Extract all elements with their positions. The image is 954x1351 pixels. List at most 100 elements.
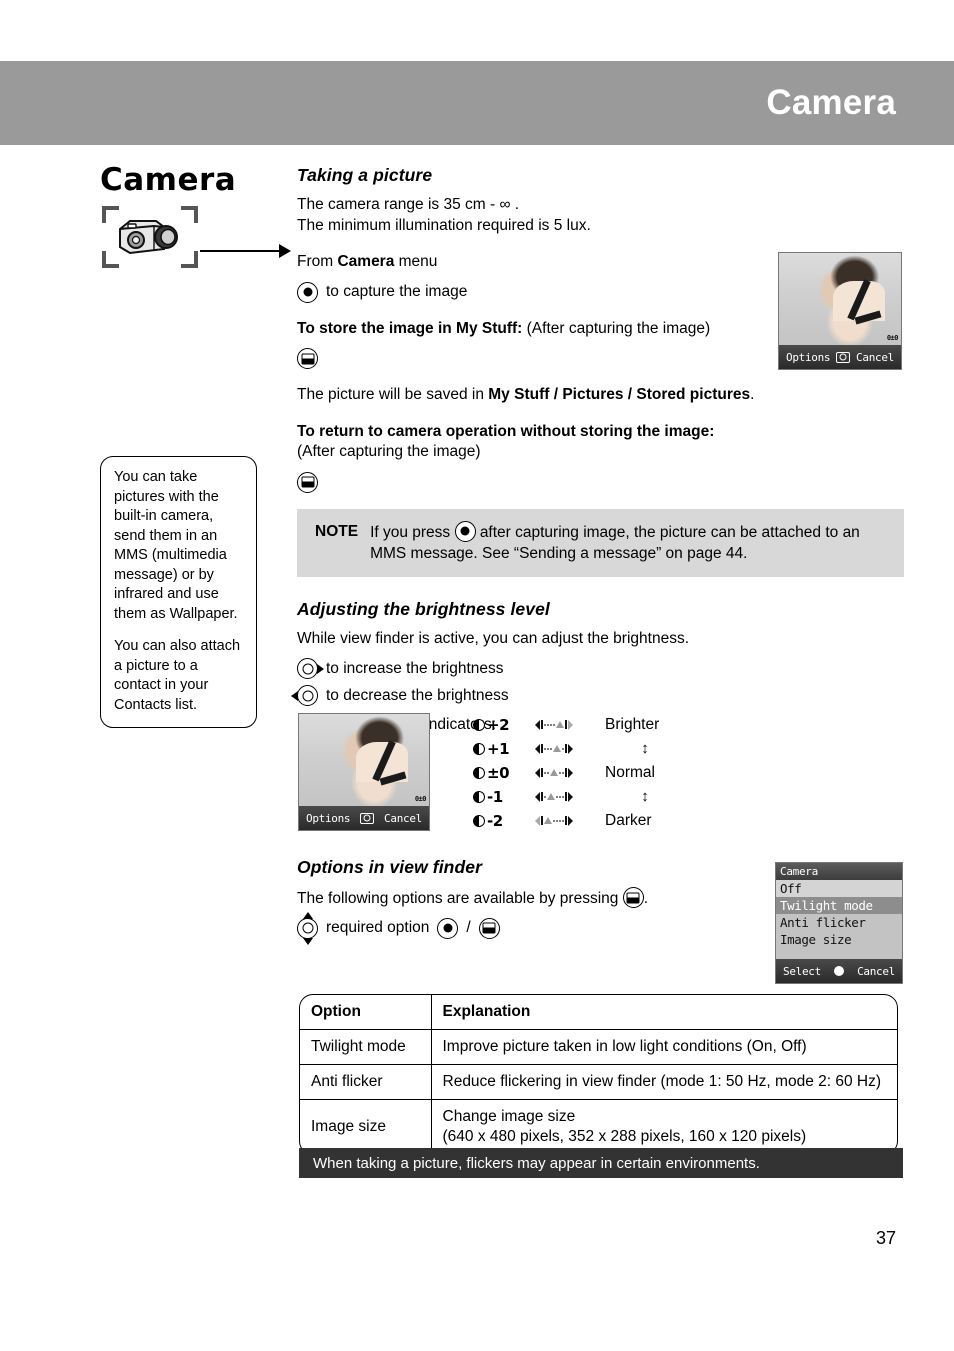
select-option-label: required option	[326, 919, 430, 936]
saved-prefix: The picture will be saved in	[297, 386, 489, 403]
decrease-brightness-row: to decrease the brightness	[291, 685, 904, 706]
menu-item[interactable]: Anti flicker	[776, 914, 902, 931]
ok-key-icon[interactable]	[297, 281, 318, 303]
soft-key-icon[interactable]	[622, 887, 644, 908]
from-menu-bold: Camera	[337, 253, 395, 270]
illumination-line: The minimum illumination required is 5 l…	[297, 216, 591, 234]
soft-key-icon[interactable]	[478, 917, 500, 939]
options-intro-line: The following options are available by p…	[297, 887, 767, 910]
note-box: NOTE If you press after capturing image,…	[297, 508, 904, 577]
table-cell-explanation: Change image size (640 x 480 pixels, 352…	[431, 1100, 897, 1155]
note-text: If you press after capturing image, the …	[370, 520, 886, 564]
menu-item[interactable]: Image size	[776, 931, 902, 948]
ok-key-icon[interactable]	[454, 520, 476, 542]
page-header-band: Camera	[0, 61, 954, 145]
softkey-left-label[interactable]: Options	[306, 812, 351, 825]
from-menu-prefix: From	[297, 253, 338, 270]
camera-range-line: The camera range is 35 cm - ∞ .	[297, 196, 520, 213]
viewfinder-photo	[779, 253, 901, 345]
store-image-bold: To store the image in My Stuff:	[297, 319, 523, 337]
heading-taking-a-picture: Taking a picture	[297, 165, 433, 185]
return-sub-line: (After capturing the image)	[297, 443, 481, 460]
brightness-half-dot-icon	[473, 766, 485, 779]
viewfinder-photo	[299, 714, 429, 806]
softkey-right-label[interactable]: Cancel	[384, 812, 422, 825]
table-header-row: Option Explanation	[300, 995, 897, 1030]
brightness-slider-icon	[535, 743, 573, 754]
chapter-title: Camera	[100, 162, 237, 198]
saved-path-bold: My Stuff / Pictures / Stored pictures	[488, 386, 751, 403]
return-without-storing-line: To return to camera operation without st…	[297, 422, 715, 440]
brightness-indicator-block: 0±0 Options Cancel +2 Brighter +1 ↕ ±0 Normal…	[298, 710, 698, 835]
camera-icon[interactable]	[360, 812, 375, 824]
nav-up-down-key-icon[interactable]	[297, 911, 318, 945]
brightness-level-row: +2 Brighter	[473, 714, 685, 735]
sidebar-callout-box: You can take pictures with the built-in …	[100, 456, 257, 728]
brightness-half-dot-icon	[473, 814, 485, 827]
brightness-slider-icon	[535, 815, 573, 826]
brightness-level-row: -2 Darker	[473, 810, 685, 831]
brightness-level-list: +2 Brighter +1 ↕ ±0 Normal -1 ↕ -2 Darker	[473, 714, 685, 831]
callout-paragraph-2: You can also attach a picture to a conta…	[114, 638, 241, 713]
table-header-option: Option	[300, 995, 432, 1030]
viewfinder-brightness-overlay: 0±0	[414, 795, 427, 803]
softkey-right-label[interactable]: Cancel	[857, 965, 895, 978]
table-row: Twilight mode Improve picture taken in l…	[300, 1029, 897, 1065]
brightness-level-label: ↕	[641, 740, 649, 757]
softkey-right-label[interactable]: Cancel	[856, 351, 894, 364]
select-option-separator: /	[466, 919, 471, 936]
pointer-arrow-line	[200, 250, 288, 252]
brightness-half-dot-icon	[473, 742, 485, 755]
brightness-level-label: Normal	[605, 763, 655, 781]
camera-body-icon	[119, 220, 178, 255]
menu-softkey-bar: Select Cancel	[776, 959, 902, 983]
saved-location-line: The picture will be saved in My Stuff / …	[297, 385, 904, 406]
menu-item-list: Off Twilight mode Anti flicker Image size	[776, 880, 902, 948]
brightness-level-number: -1	[487, 787, 503, 806]
heading-brightness: Adjusting the brightness level	[297, 598, 550, 619]
camera-icon	[102, 206, 198, 268]
table-row: Image size Change image size (640 x 480 …	[300, 1099, 897, 1155]
brightness-level-row: ±0 Normal	[473, 762, 685, 783]
softkey-left-label[interactable]: Select	[783, 965, 821, 978]
softkey-left-label[interactable]: Options	[786, 351, 831, 364]
brightness-level-value: -1	[473, 788, 529, 806]
nav-left-key-icon[interactable]	[291, 685, 318, 706]
viewfinder-softkey-bar: Options Cancel	[299, 806, 429, 830]
select-option-row: required option /	[297, 911, 767, 945]
brightness-level-number: -2	[487, 811, 503, 830]
options-table: Option Explanation Twilight mode Improve…	[299, 994, 898, 1155]
table-row: Anti flicker Reduce flickering in view f…	[300, 1064, 897, 1100]
circle-icon[interactable]	[834, 966, 844, 976]
viewfinder-softkey-bar: Options Cancel	[779, 345, 901, 369]
options-intro-before: The following options are available by p…	[297, 890, 619, 907]
phone-viewfinder-screenshot: 0±0 Options Cancel	[778, 252, 902, 370]
page-number: 37	[875, 1228, 896, 1248]
nav-right-key-icon[interactable]	[297, 658, 324, 679]
menu-item[interactable]: Twilight mode	[776, 897, 902, 914]
soft-key-icon[interactable]	[297, 348, 318, 369]
brightness-level-value: +2	[473, 716, 529, 734]
brightness-level-label: Darker	[605, 811, 652, 829]
note-label: NOTE	[315, 522, 359, 540]
brightness-level-value: +1	[473, 740, 529, 758]
brightness-slider-icon	[535, 767, 573, 778]
menu-item[interactable]: Off	[776, 880, 902, 897]
explanation-line-1: Change image size	[442, 1108, 576, 1125]
camera-icon[interactable]	[836, 351, 851, 363]
return-softkey-row	[297, 471, 904, 493]
main-content-column: Taking a picture The camera range is 35 …	[291, 165, 904, 736]
increase-brightness-row: to increase the brightness	[297, 658, 904, 679]
ok-key-icon[interactable]	[437, 917, 459, 939]
warning-bar: When taking a picture, flickers may appe…	[299, 1148, 903, 1178]
table-header-explanation: Explanation	[431, 995, 897, 1030]
menu-title: Camera	[776, 863, 902, 880]
brightness-half-dot-icon	[473, 718, 485, 731]
table-cell-option: Image size	[300, 1099, 432, 1154]
table-cell-explanation: Reduce flickering in view finder (mode 1…	[431, 1064, 897, 1100]
phone-camera-menu-screenshot: Camera Off Twilight mode Anti flicker Image…	[775, 862, 903, 984]
table-cell-option: Twilight mode	[300, 1029, 432, 1065]
options-view-finder-section: Options in view finder The following opt…	[297, 857, 767, 945]
brightness-slider-icon	[535, 719, 573, 730]
soft-key-icon[interactable]	[297, 471, 318, 493]
